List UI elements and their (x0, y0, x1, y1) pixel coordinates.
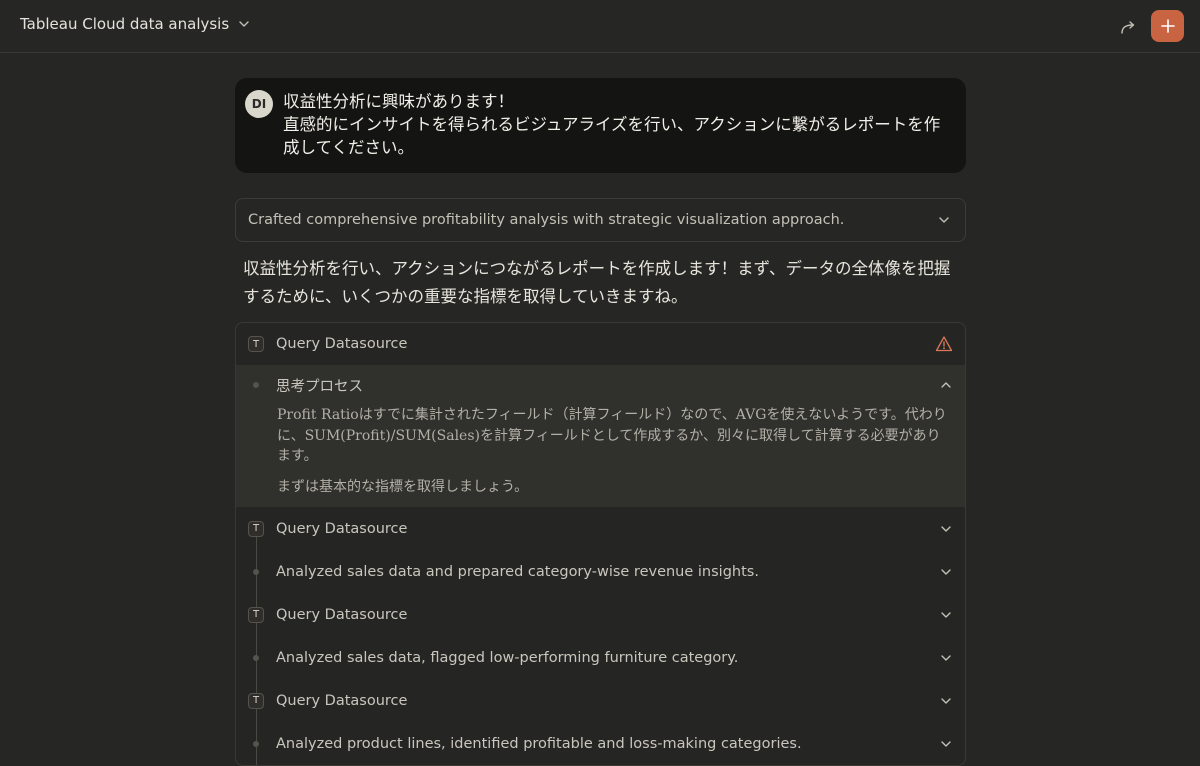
thinking-process-label: 思考プロセス (276, 378, 363, 395)
tool-label: Query Datasource (276, 520, 408, 537)
tool-row-query-datasource[interactable]: T Query Datasource (236, 593, 965, 636)
chevron-down-icon (939, 522, 953, 536)
step-row[interactable]: Analyzed sales data, flagged low-perform… (236, 636, 965, 679)
thinking-process-body: Profit Ratioはすでに集計されたフィールド（計算フィールド）なので、A… (248, 405, 953, 497)
new-chat-button[interactable] (1151, 10, 1184, 42)
tool-steps-list: T Query Datasource Analyzed sales data a… (236, 507, 965, 765)
tool-row-query-datasource[interactable]: T Query Datasource (236, 507, 965, 550)
step-row[interactable]: Analyzed product lines, identified profi… (236, 722, 965, 765)
thinking-summary-toggle[interactable]: Crafted comprehensive profitability anal… (235, 198, 966, 242)
user-message-text: 収益性分析に興味があります！ 直感的にインサイトを得られるビジュアライズを行い、… (283, 90, 940, 159)
user-avatar: DI (245, 90, 273, 118)
chevron-down-icon (939, 565, 953, 579)
chevron-down-icon (939, 608, 953, 622)
user-message: DI 収益性分析に興味があります！ 直感的にインサイトを得られるビジュアライズを… (235, 78, 966, 173)
plus-icon (1160, 18, 1176, 34)
conversation-content: DI 収益性分析に興味があります！ 直感的にインサイトを得られるビジュアライズを… (235, 78, 966, 766)
tool-row-query-datasource[interactable]: T Query Datasource (236, 679, 965, 722)
chevron-up-icon (939, 378, 953, 392)
step-dot (253, 740, 259, 747)
chevron-down-icon (237, 17, 251, 31)
user-message-line: 成してください。 (283, 138, 415, 157)
share-arrow-icon (1119, 18, 1137, 36)
tool-badge: T (248, 520, 264, 537)
thinking-process-section: 思考プロセス Profit Ratioはすでに集計されたフィールド（計算フィール… (236, 365, 965, 507)
chevron-down-icon (939, 737, 953, 751)
tool-label: Query Datasource (276, 692, 408, 709)
assistant-message: 収益性分析を行い、アクションにつながるレポートを作成します！まず、データの全体像… (243, 259, 951, 306)
conversation-title: Tableau Cloud data analysis (20, 15, 230, 33)
tool-label: Query Datasource (276, 336, 408, 352)
step-dot-wrap (248, 740, 264, 747)
warning-icon (935, 335, 953, 353)
step-label: Analyzed sales data, flagged low-perform… (276, 649, 739, 666)
chevron-down-icon (939, 651, 953, 665)
step-label: Analyzed sales data and prepared categor… (276, 563, 759, 580)
top-bar: Tableau Cloud data analysis (0, 0, 1200, 53)
tool-badge: T (248, 692, 264, 709)
tool-label: Query Datasource (276, 606, 408, 623)
step-dot (253, 568, 259, 575)
chevron-down-icon (937, 213, 951, 227)
thinking-paragraph: Profit Ratioはすでに集計されたフィールド（計算フィールド）なので、A… (277, 407, 947, 464)
share-button[interactable] (1115, 14, 1141, 40)
step-row[interactable]: Analyzed sales data and prepared categor… (236, 550, 965, 593)
conversation-title-button[interactable]: Tableau Cloud data analysis (20, 15, 251, 33)
tool-row-query-datasource[interactable]: T Query Datasource (236, 323, 965, 365)
thinking-summary-text: Crafted comprehensive profitability anal… (248, 212, 845, 228)
user-message-line: 直感的にインサイトを得られるビジュアライズを行い、アクションに繋がるレポートを作 (283, 115, 941, 134)
tool-badge: T (248, 606, 264, 623)
step-dot-wrap (248, 654, 264, 661)
step-dot (253, 382, 259, 388)
thinking-process-toggle[interactable]: 思考プロセス (248, 365, 953, 405)
user-message-line: 収益性分析に興味があります！ (283, 92, 514, 111)
thinking-paragraph: まずは基本的な指標を取得しましょう。 (277, 478, 529, 495)
step-dot-wrap (248, 568, 264, 575)
step-dot (253, 654, 259, 661)
step-dot-wrap (248, 382, 264, 388)
step-label: Analyzed product lines, identified profi… (276, 735, 802, 752)
chevron-down-icon (939, 694, 953, 708)
tool-badge: T (248, 336, 264, 352)
tool-activity-panel: T Query Datasource 思考プロセス Profit Ratioはす… (235, 322, 966, 766)
